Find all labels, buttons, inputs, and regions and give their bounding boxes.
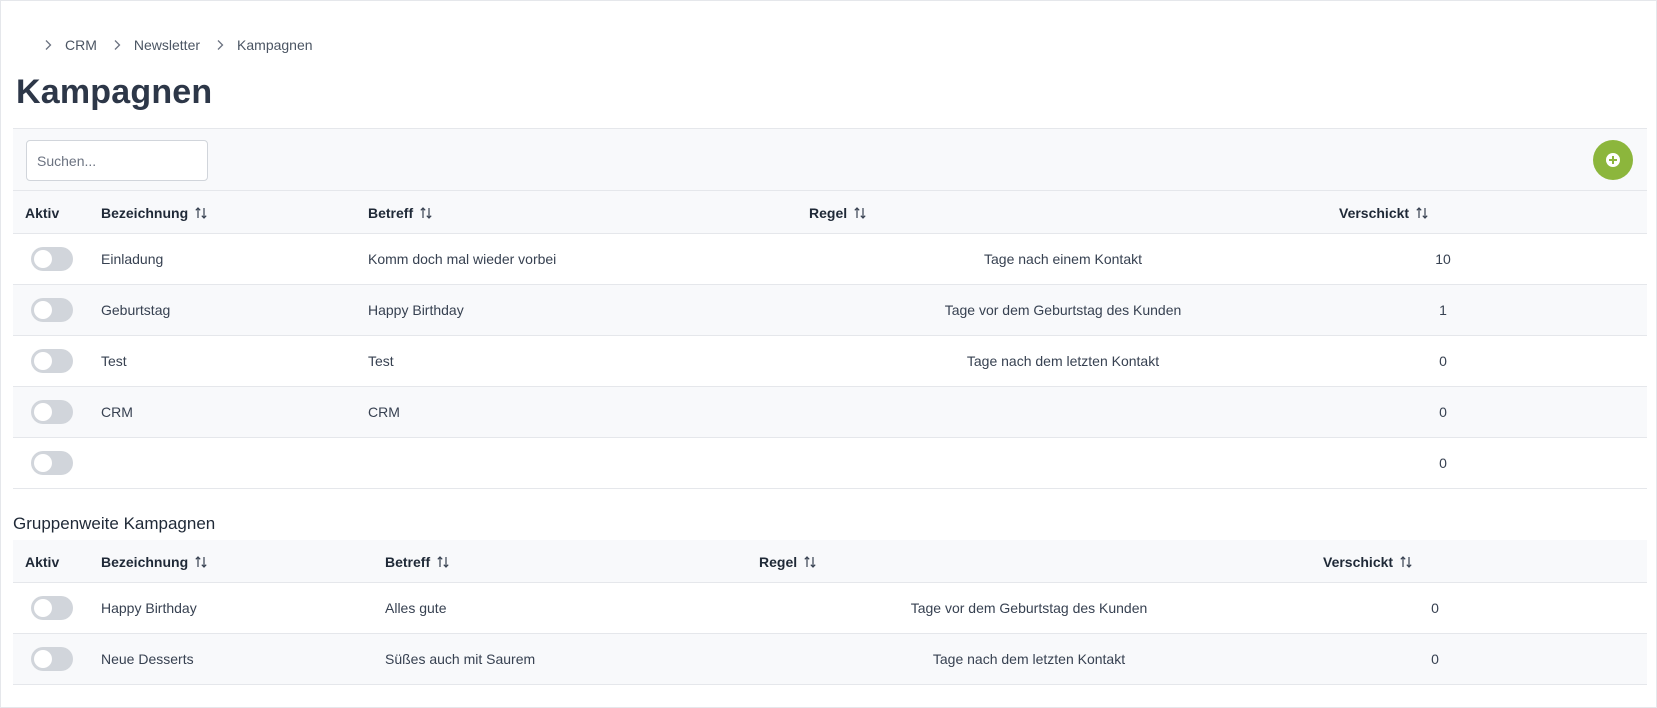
breadcrumb: CRM Newsletter Kampagnen — [41, 35, 326, 55]
sort-icon — [853, 206, 867, 220]
toggle-knob — [34, 352, 52, 370]
sort-icon — [194, 206, 208, 220]
column-header-aktiv: Aktiv — [25, 553, 60, 570]
campaign-sent: 1 — [1439, 302, 1447, 318]
sort-icon — [1415, 206, 1429, 220]
campaign-rule — [853, 438, 1273, 488]
campaign-sent: 0 — [1431, 600, 1439, 616]
column-header-betreff[interactable]: Betreff — [368, 191, 433, 234]
sort-icon — [436, 555, 450, 569]
table-row[interactable]: CRM CRM 0 — [13, 387, 1647, 438]
column-header-label: Betreff — [368, 204, 414, 221]
sort-icon — [803, 555, 817, 569]
table-row[interactable]: Einladung Komm doch mal wieder vorbei Ta… — [13, 234, 1647, 285]
column-header-label: Regel — [809, 204, 848, 221]
column-header-betreff[interactable]: Betreff — [385, 540, 450, 583]
chevron-right-icon — [213, 38, 227, 52]
column-header-label: Betreff — [385, 553, 431, 570]
campaign-rule — [853, 387, 1273, 437]
campaign-name: Geburtstag — [101, 302, 171, 318]
sort-icon — [419, 206, 433, 220]
sort-icon — [1399, 555, 1413, 569]
search-input[interactable] — [26, 140, 208, 181]
campaign-rule: Tage vor dem Geburtstag des Kunden — [910, 600, 1148, 616]
add-campaign-button[interactable] — [1593, 140, 1633, 180]
campaign-subject: Happy Birthday — [368, 302, 464, 318]
active-toggle[interactable] — [31, 647, 73, 671]
column-header-verschickt[interactable]: Verschickt — [1323, 540, 1413, 583]
campaign-name: Neue Desserts — [101, 651, 194, 667]
table-row[interactable]: 0 — [13, 438, 1647, 489]
active-toggle[interactable] — [31, 349, 73, 373]
column-header-label: Regel — [759, 553, 798, 570]
toggle-knob — [34, 650, 52, 668]
chevron-right-icon — [41, 38, 55, 52]
plus-circle-icon — [1606, 153, 1620, 167]
toggle-knob — [34, 403, 52, 421]
column-header-label: Bezeichnung — [101, 204, 189, 221]
column-header-regel[interactable]: Regel — [809, 191, 867, 234]
campaign-sent: 0 — [1439, 353, 1447, 369]
toolbar — [13, 128, 1647, 191]
toggle-knob — [34, 454, 52, 472]
toggle-knob — [34, 250, 52, 268]
campaign-sent: 10 — [1435, 251, 1451, 267]
column-header-aktiv: Aktiv — [25, 204, 60, 221]
campaign-rule: Tage nach dem letzten Kontakt — [966, 353, 1160, 369]
breadcrumb-item-newsletter[interactable]: Newsletter — [134, 37, 200, 53]
campaign-rule: Tage nach einem Kontakt — [984, 251, 1142, 267]
column-header-bezeichnung[interactable]: Bezeichnung — [101, 191, 208, 234]
toggle-knob — [34, 599, 52, 617]
table-row[interactable]: Happy Birthday Alles gute Tage vor dem G… — [13, 583, 1647, 634]
table-header: Aktiv Bezeichnung Betreff Regel Verschic… — [13, 191, 1647, 234]
active-toggle[interactable] — [31, 400, 73, 424]
table-row[interactable]: Geburtstag Happy Birthday Tage vor dem G… — [13, 285, 1647, 336]
active-toggle[interactable] — [31, 451, 73, 475]
campaign-subject: Test — [368, 353, 394, 369]
campaign-name: Test — [101, 353, 127, 369]
group-campaigns-table: Aktiv Bezeichnung Betreff Regel Verschic… — [13, 540, 1647, 685]
column-header-label: Verschickt — [1323, 553, 1394, 570]
toggle-knob — [34, 301, 52, 319]
active-toggle[interactable] — [31, 596, 73, 620]
campaign-name: Happy Birthday — [101, 600, 197, 616]
column-header-label: Verschickt — [1339, 204, 1410, 221]
campaign-rule: Tage vor dem Geburtstag des Kunden — [944, 302, 1182, 318]
campaign-sent: 0 — [1439, 455, 1447, 471]
column-header-verschickt[interactable]: Verschickt — [1339, 191, 1429, 234]
campaign-subject: Komm doch mal wieder vorbei — [368, 251, 557, 267]
active-toggle[interactable] — [31, 298, 73, 322]
campaign-sent: 0 — [1439, 404, 1447, 420]
table-row[interactable]: Neue Desserts Süßes auch mit Saurem Tage… — [13, 634, 1647, 685]
table-header: Aktiv Bezeichnung Betreff Regel Verschic… — [13, 540, 1647, 583]
campaign-sent: 0 — [1431, 651, 1439, 667]
campaign-subject: CRM — [368, 404, 400, 420]
campaign-subject: Süßes auch mit Saurem — [385, 651, 536, 667]
campaign-rule: Tage nach dem letzten Kontakt — [932, 651, 1126, 667]
column-header-regel[interactable]: Regel — [759, 540, 817, 583]
column-header-label: Bezeichnung — [101, 553, 189, 570]
section-title-group-campaigns: Gruppenweite Kampagnen — [13, 514, 216, 533]
active-toggle[interactable] — [31, 247, 73, 271]
campaign-name: Einladung — [101, 251, 164, 267]
page-title: Kampagnen — [16, 73, 213, 111]
breadcrumb-item-crm[interactable]: CRM — [65, 37, 97, 53]
campaign-name: CRM — [101, 404, 133, 420]
table-row[interactable]: Test Test Tage nach dem letzten Kontakt … — [13, 336, 1647, 387]
breadcrumb-item-kampagnen[interactable]: Kampagnen — [237, 37, 313, 53]
campaign-subject: Alles gute — [385, 600, 447, 616]
column-header-bezeichnung[interactable]: Bezeichnung — [101, 540, 208, 583]
chevron-right-icon — [110, 38, 124, 52]
campaigns-table: Aktiv Bezeichnung Betreff Regel Verschic… — [13, 191, 1647, 489]
sort-icon — [194, 555, 208, 569]
page-frame: CRM Newsletter Kampagnen Kampagnen Aktiv… — [0, 0, 1657, 708]
